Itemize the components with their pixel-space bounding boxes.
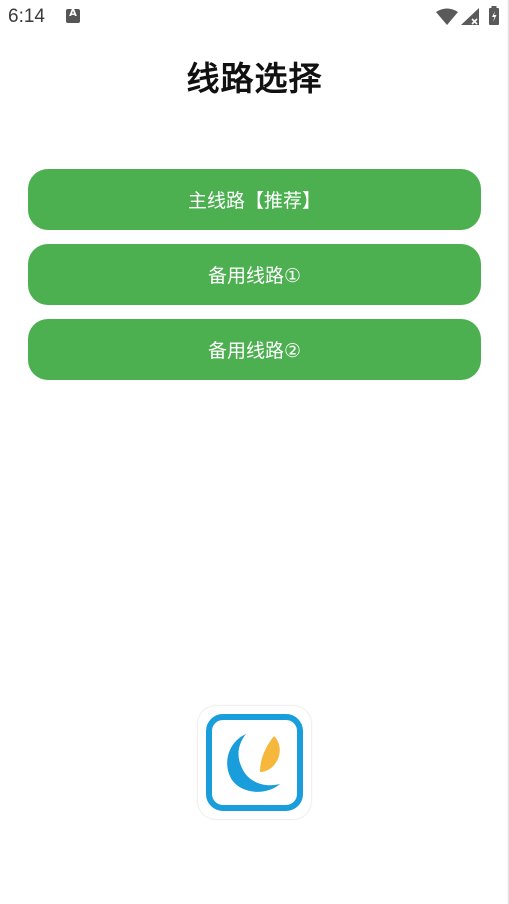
battery-icon	[489, 6, 499, 25]
app-logo-icon	[206, 714, 303, 811]
backup-route-1-button[interactable]: 备用线路①	[28, 244, 481, 305]
signal-icon	[461, 8, 479, 25]
route-selection-screen: 6:14 A 线路选择 主线路【推荐】 备用线路① 备用线路②	[0, 0, 509, 904]
wifi-icon	[436, 8, 458, 25]
app-logo	[198, 706, 311, 819]
status-time: 6:14	[8, 6, 45, 27]
main-route-button[interactable]: 主线路【推荐】	[28, 169, 481, 230]
backup-route-2-label: 备用线路②	[207, 340, 302, 362]
backup-route-1-label: 备用线路①	[207, 265, 302, 287]
a-notification-icon: A	[66, 8, 80, 23]
status-bar: 6:14 A	[0, 0, 509, 36]
backup-route-2-button[interactable]: 备用线路②	[28, 319, 481, 380]
main-route-label: 主线路【推荐】	[187, 190, 321, 212]
page-title: 线路选择	[186, 59, 323, 98]
